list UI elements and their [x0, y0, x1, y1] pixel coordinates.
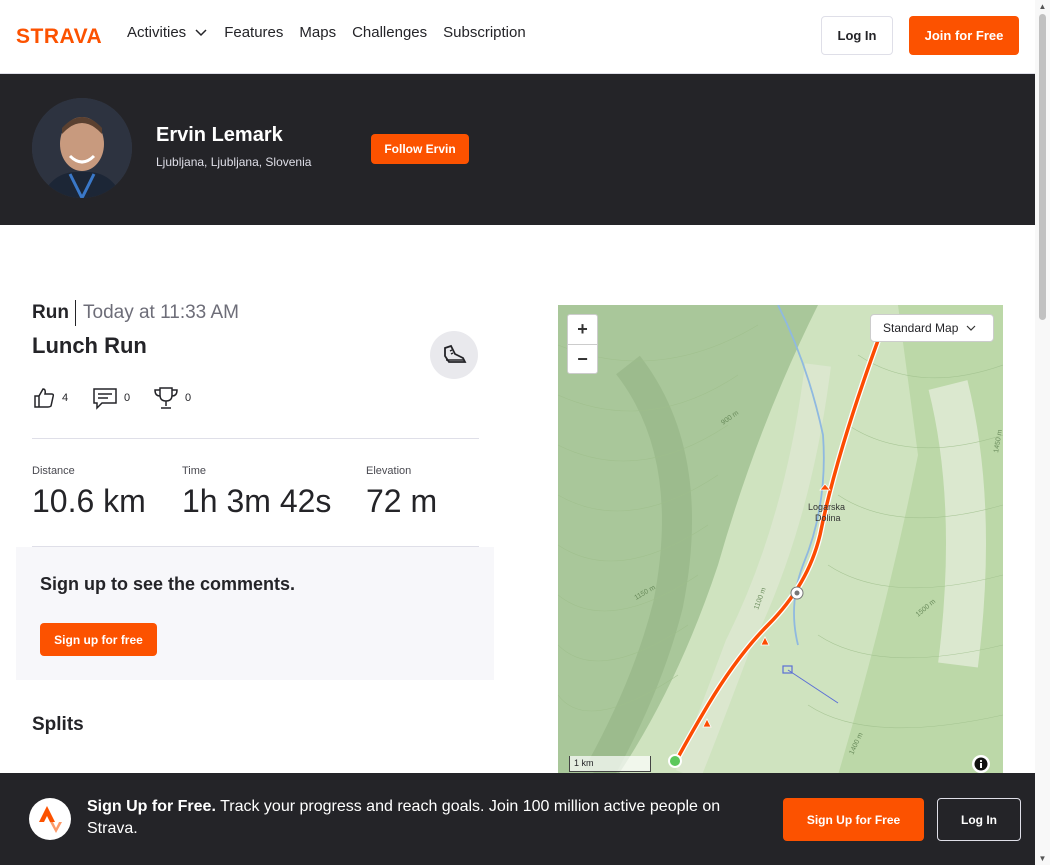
- zoom-control: + −: [567, 314, 598, 374]
- comments-count: 0: [124, 392, 131, 404]
- route-map[interactable]: Logarska Dolina 900 m 1150 m 1500 m 1100…: [558, 305, 1003, 775]
- comment-icon: [93, 388, 117, 410]
- athlete-name[interactable]: Ervin Lemark: [156, 124, 283, 147]
- chevron-down-icon: [195, 28, 207, 36]
- activity-type: Run: [32, 302, 69, 323]
- splits-title: Splits: [32, 714, 84, 735]
- follow-button[interactable]: Follow Ervin: [371, 134, 469, 164]
- zoom-out-button[interactable]: −: [568, 345, 597, 374]
- shoe-button[interactable]: [430, 331, 478, 379]
- activity-date: Today at 11:33 AM: [83, 302, 239, 323]
- comments-button[interactable]: 0: [92, 386, 130, 410]
- strava-logo-icon: [29, 798, 71, 840]
- svg-text:STRAVA: STRAVA: [16, 26, 102, 45]
- zoom-in-button[interactable]: +: [568, 315, 597, 344]
- divider: [75, 300, 76, 326]
- scroll-down-arrow[interactable]: ▼: [1038, 854, 1047, 863]
- stat-time-label: Time: [182, 465, 207, 477]
- strava-logo[interactable]: STRAVA: [16, 25, 112, 48]
- nav-links: Activities Features Maps Challenges Subs…: [127, 24, 526, 41]
- shoe-icon: [444, 344, 467, 363]
- footer-title: Sign Up for Free.: [87, 798, 216, 815]
- stat-elevation-value: 72 m: [366, 483, 438, 519]
- comments-title: Sign up to see the comments.: [40, 574, 296, 594]
- navbar: STRAVA Activities Features Maps Challeng…: [0, 0, 1035, 74]
- info-icon[interactable]: [972, 755, 990, 773]
- nav-challenges[interactable]: Challenges: [352, 24, 427, 41]
- athlete-header: [0, 74, 1035, 225]
- footer-message: Sign Up for Free. Track your progress an…: [87, 796, 757, 840]
- map-place-label: Dolina: [815, 513, 841, 523]
- stat-time-value: 1h 3m 42s: [182, 483, 332, 519]
- comments-signup-box: [16, 547, 494, 680]
- thumbs-up-icon: [34, 388, 55, 408]
- map-place-label: Logarska: [808, 502, 845, 512]
- trophy-icon: [154, 387, 178, 409]
- scrollbar[interactable]: ▲ ▼: [1035, 0, 1050, 865]
- chevron-down-icon: [966, 325, 976, 331]
- kudos-count: 4: [62, 392, 69, 404]
- achievements-count: 0: [185, 392, 192, 404]
- scroll-up-arrow[interactable]: ▲: [1038, 2, 1047, 11]
- nav-activities[interactable]: Activities: [127, 24, 208, 41]
- nav-maps[interactable]: Maps: [299, 24, 336, 41]
- footer-signup-button[interactable]: Sign Up for Free: [783, 798, 924, 841]
- signup-button[interactable]: Sign up for free: [40, 623, 157, 656]
- stat-distance-label: Distance: [32, 465, 75, 477]
- footer-login-button[interactable]: Log In: [937, 798, 1021, 841]
- activity-name: Lunch Run: [32, 333, 147, 358]
- divider: [32, 438, 479, 439]
- nav-features[interactable]: Features: [224, 24, 283, 41]
- nav-activities-label: Activities: [127, 24, 187, 41]
- join-button[interactable]: Join for Free: [909, 16, 1019, 55]
- achievements-button[interactable]: 0: [153, 386, 191, 410]
- login-button[interactable]: Log In: [821, 16, 893, 55]
- stat-distance-value: 10.6 km: [32, 483, 146, 519]
- map-scale: 1 km: [569, 756, 651, 772]
- avatar[interactable]: [32, 98, 132, 198]
- nav-subscription[interactable]: Subscription: [443, 24, 526, 41]
- kudos-button[interactable]: 4: [32, 386, 68, 410]
- stat-elevation-label: Elevation: [366, 465, 412, 477]
- map-style-select[interactable]: Standard Map: [870, 314, 994, 342]
- map-style-label: Standard Map: [883, 321, 959, 335]
- scroll-thumb[interactable]: [1039, 14, 1046, 320]
- athlete-location: Ljubljana, Ljubljana, Slovenia: [156, 155, 312, 169]
